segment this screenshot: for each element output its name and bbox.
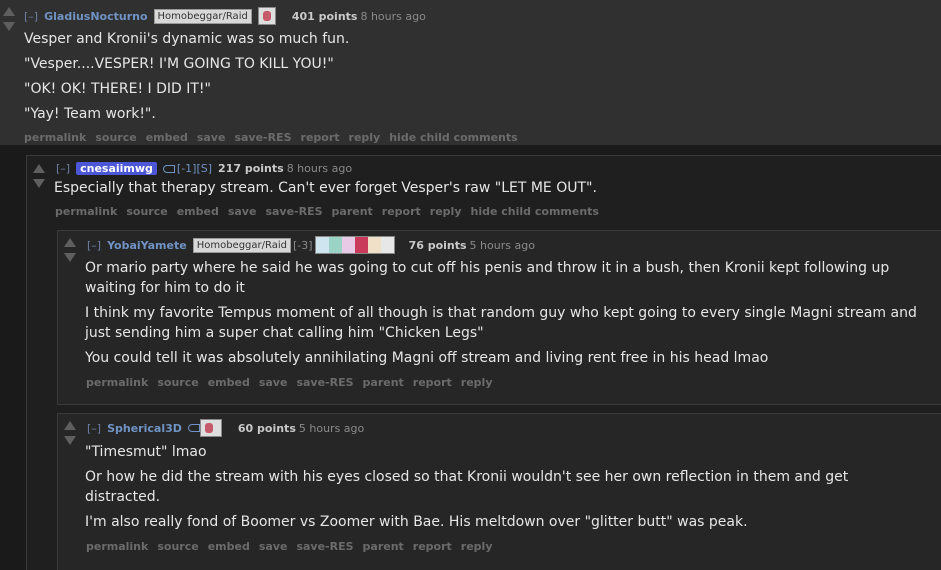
permalink-button[interactable]: permalink	[86, 540, 148, 553]
comment-paragraph: I think my favorite Tempus moment of all…	[85, 305, 917, 341]
timestamp: 5 hours ago	[298, 421, 365, 435]
comment-actions: permalink source embed save save-RES par…	[86, 376, 493, 389]
source-button[interactable]: source	[157, 376, 198, 389]
vote-arrows	[64, 238, 78, 262]
author-link[interactable]: GladiusNocturno	[44, 10, 147, 23]
upvote-arrow-icon[interactable]	[64, 238, 76, 247]
downvote-arrow-icon[interactable]	[33, 179, 45, 188]
save-res-button[interactable]: save-RES	[265, 205, 322, 218]
comment-body: Vesper and Kronii's dynamic was so much …	[24, 29, 924, 129]
flair-avatar-icon	[257, 7, 276, 25]
source-button[interactable]: source	[126, 205, 167, 218]
vote-arrows	[3, 7, 17, 31]
timestamp: 5 hours ago	[469, 238, 535, 252]
permalink-button[interactable]: permalink	[86, 376, 148, 389]
comment-paragraph: "Vesper....VESPER! I'M GOING TO KILL YOU…	[24, 56, 334, 72]
comment-actions: permalink source embed save save-RES par…	[86, 540, 493, 553]
parent-button[interactable]: parent	[363, 376, 404, 389]
report-button[interactable]: report	[382, 205, 421, 218]
vote-arrows	[33, 164, 47, 188]
save-res-button[interactable]: save-RES	[296, 540, 353, 553]
comment-paragraph: Especially that therapy stream. Can't ev…	[54, 180, 597, 196]
comment-paragraph: I'm also really fond of Boomer vs Zoomer…	[85, 514, 748, 530]
save-button[interactable]: save	[228, 205, 257, 218]
hide-child-comments-button[interactable]: hide child comments	[471, 205, 599, 218]
flair-avatars-icon	[314, 236, 395, 254]
comment-spherical3d: [–] Spherical3D 60 points 5 hours ago "T…	[57, 413, 941, 570]
comment-paragraph: Or mario party where he said he was goin…	[85, 260, 890, 296]
timestamp: 8 hours ago	[360, 9, 426, 23]
permalink-button[interactable]: permalink	[24, 131, 86, 144]
author-link[interactable]: Spherical3D	[107, 422, 182, 435]
comment-tagline: [–] Spherical3D 60 points 5 hours ago	[87, 419, 364, 437]
vote-arrows	[64, 421, 78, 445]
embed-button[interactable]: embed	[177, 205, 219, 218]
author-link[interactable]: YobaiYamete	[107, 239, 187, 252]
collapse-toggle[interactable]: [–]	[87, 422, 101, 435]
upvote-arrow-icon[interactable]	[3, 7, 15, 16]
reply-button[interactable]: reply	[349, 131, 381, 144]
vote-tally: [-3]	[293, 238, 313, 252]
save-button[interactable]: save	[197, 131, 226, 144]
comment-paragraph: Or how he did the stream with his eyes c…	[85, 469, 849, 505]
comment-tagline: [–] YobaiYamete Homobeggar/Raid [-3] 76 …	[87, 236, 535, 254]
comment-actions: permalink source embed save save-RES rep…	[24, 131, 518, 144]
embed-button[interactable]: embed	[208, 376, 250, 389]
comment-body: Especially that therapy stream. Can't ev…	[54, 178, 924, 203]
reply-button[interactable]: reply	[461, 376, 493, 389]
comment-paragraph: Vesper and Kronii's dynamic was so much …	[24, 31, 350, 47]
comment-yobaiyamete: [–] YobaiYamete Homobeggar/Raid [-3] 76 …	[57, 230, 941, 405]
collapse-toggle[interactable]: [–]	[24, 10, 38, 23]
source-button[interactable]: source	[95, 131, 136, 144]
comment-paragraph: You could tell it was absolutely annihil…	[85, 350, 769, 366]
hide-child-comments-button[interactable]: hide child comments	[389, 131, 517, 144]
embed-button[interactable]: embed	[146, 131, 188, 144]
report-button[interactable]: report	[413, 540, 452, 553]
comment-paragraph: "Yay! Team work!".	[24, 106, 156, 122]
permalink-button[interactable]: permalink	[55, 205, 117, 218]
comment-paragraph: "OK! OK! THERE! I DID IT!"	[24, 81, 211, 97]
upvote-arrow-icon[interactable]	[33, 164, 45, 173]
score: 401 points	[291, 9, 358, 23]
score: 76 points	[408, 238, 467, 252]
collapse-toggle[interactable]: [–]	[56, 162, 70, 175]
report-button[interactable]: report	[413, 376, 452, 389]
embed-button[interactable]: embed	[208, 540, 250, 553]
save-button[interactable]: save	[259, 376, 288, 389]
comment-gladiusnocturno: [–] GladiusNocturno Homobeggar/Raid 401 …	[0, 0, 941, 145]
downvote-arrow-icon[interactable]	[3, 22, 15, 31]
report-button[interactable]: report	[301, 131, 340, 144]
parent-button[interactable]: parent	[363, 540, 404, 553]
save-button[interactable]: save	[259, 540, 288, 553]
reply-button[interactable]: reply	[461, 540, 493, 553]
upvote-arrow-icon[interactable]	[64, 421, 76, 430]
collapse-toggle[interactable]: [–]	[87, 239, 101, 252]
score: 60 points	[237, 421, 296, 435]
save-res-button[interactable]: save-RES	[296, 376, 353, 389]
source-button[interactable]: source	[157, 540, 198, 553]
comment-tagline: [–] cnesaiimwg [-1][S] 217 points 8 hour…	[56, 162, 352, 175]
score: 217 points	[218, 162, 284, 175]
vote-tally: [-1][S]	[176, 162, 213, 175]
tag-icon	[162, 164, 175, 173]
comment-body: Or mario party where he said he was goin…	[85, 258, 930, 373]
comment-paragraph: "Timesmut" lmao	[85, 444, 207, 460]
timestamp: 8 hours ago	[286, 162, 353, 175]
downvote-arrow-icon[interactable]	[64, 436, 76, 445]
user-flair: Homobeggar/Raid	[153, 8, 252, 24]
comment-body: "Timesmut" lmao Or how he did the stream…	[85, 442, 895, 537]
flair-avatar-icon	[199, 419, 222, 437]
comment-actions: permalink source embed save save-RES par…	[55, 205, 599, 218]
user-flair: Homobeggar/Raid	[192, 237, 291, 253]
author-link[interactable]: cnesaiimwg	[76, 162, 157, 175]
save-res-button[interactable]: save-RES	[234, 131, 291, 144]
downvote-arrow-icon[interactable]	[64, 253, 76, 262]
comment-tagline: [–] GladiusNocturno Homobeggar/Raid 401 …	[24, 7, 426, 25]
parent-button[interactable]: parent	[332, 205, 373, 218]
tag-icon	[187, 424, 200, 432]
reply-button[interactable]: reply	[430, 205, 462, 218]
